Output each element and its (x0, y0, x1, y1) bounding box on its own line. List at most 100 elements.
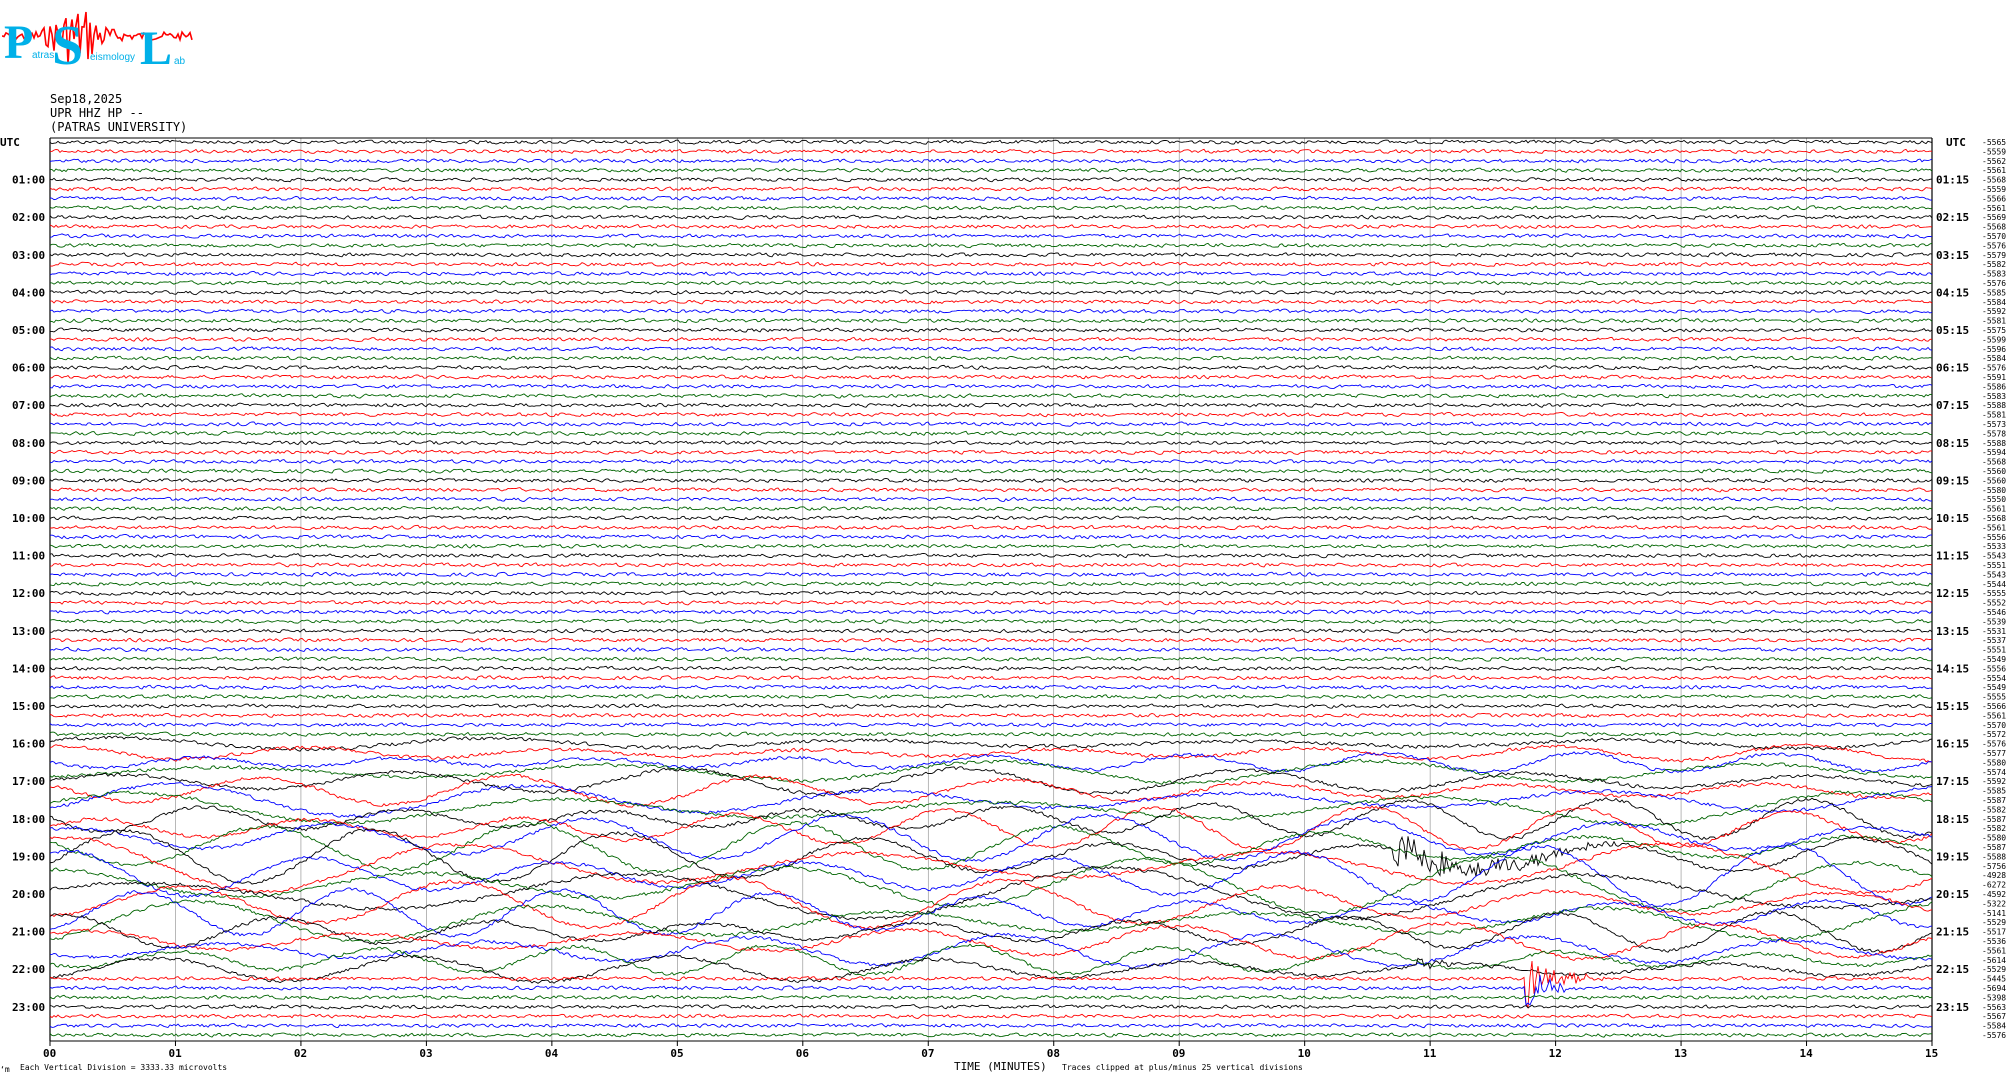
seismogram-trace (49, 1004, 1933, 1010)
seismogram-trace (49, 703, 1933, 709)
x-tick-label: 06 (796, 1047, 810, 1060)
row-offset-label: -5580 (1982, 486, 2006, 495)
row-offset-label: -5568 (1982, 514, 2006, 523)
right-hour-label: 01:15 (1936, 174, 1969, 187)
right-hour-label: 13:15 (1936, 625, 1969, 638)
row-offset-label: -5562 (1982, 157, 2006, 166)
seismogram-trace (49, 148, 1933, 155)
seismogram-trace (49, 790, 1933, 827)
x-tick-label: 10 (1298, 1047, 1311, 1060)
row-offset-label: -5585 (1982, 787, 2006, 796)
seismogram-trace (49, 299, 1933, 305)
x-tick-label: 07 (921, 1047, 934, 1060)
chart-grid: 00 01 02 03 04 05 06 07 08 09 10 11 12 13 14 15 (43, 137, 1938, 1060)
row-offset-label: -5563 (1982, 1003, 2006, 1012)
seismogram-trace (49, 176, 1933, 183)
row-offset-label: -5580 (1982, 834, 2006, 843)
seismogram-trace (49, 1032, 1932, 1038)
seismogram-trace (49, 289, 1933, 296)
row-offset-label: -5580 (1982, 758, 2006, 767)
seismogram-trace (49, 317, 1933, 324)
row-offset-label: -5549 (1982, 683, 2006, 692)
row-offset-label: -5584 (1982, 354, 2006, 363)
row-offset-label: -5566 (1982, 702, 2006, 711)
row-offset-label: -5559 (1982, 185, 2006, 194)
row-offset-label: -5588 (1982, 439, 2006, 448)
seismogram-trace (49, 364, 1933, 371)
row-offset-label: -5594 (1982, 448, 2006, 457)
row-offset-label: -5555 (1982, 589, 2006, 598)
seismogram-trace (49, 195, 1933, 202)
left-hour-label: 20:00 (12, 888, 45, 901)
left-hour-label: 09:00 (12, 474, 45, 487)
left-hour-label: 21:00 (12, 926, 45, 939)
left-hour-label: 23:00 (12, 1001, 45, 1014)
left-hour-label: 19:00 (12, 850, 45, 863)
row-offset-label: -4928 (1982, 871, 2006, 880)
seismogram-trace (49, 722, 1932, 728)
row-offset-label: -5574 (1982, 768, 2006, 777)
seismogram-trace (49, 458, 1933, 465)
x-tick-label: 15 (1925, 1047, 1938, 1060)
row-offset-label: -5587 (1982, 843, 2006, 852)
seismogram-trace (49, 599, 1933, 606)
seismogram-trace (49, 552, 1933, 559)
seismogram-trace (49, 506, 1933, 512)
seismogram-trace (49, 412, 1933, 418)
row-offset-label: -5537 (1982, 636, 2006, 645)
row-offset-label: -5568 (1982, 458, 2006, 467)
seismogram-trace (49, 346, 1933, 352)
seismogram-trace (49, 684, 1933, 690)
left-hour-label: 22:00 (12, 963, 45, 976)
row-offset-label: -5555 (1982, 693, 2006, 702)
left-hour-label: 15:00 (12, 700, 45, 713)
x-tick-label: 05 (670, 1047, 683, 1060)
left-hour-label: 18:00 (12, 813, 45, 826)
right-hour-label: 12:15 (1936, 587, 1969, 600)
seismogram-trace (49, 712, 1933, 719)
row-offset-label: -5591 (1982, 373, 2006, 382)
row-offset-label: -5588 (1982, 852, 2006, 861)
row-offset-label: -5576 (1982, 364, 2006, 373)
row-offset-label: -5583 (1982, 392, 2006, 401)
right-hour-label: 15:15 (1936, 700, 1969, 713)
row-offset-label: -5570 (1982, 721, 2006, 730)
row-offset-label: -5587 (1982, 796, 2006, 805)
seismogram-trace (49, 214, 1933, 220)
seismogram-trace (49, 844, 1933, 907)
left-unit-label: UTC (0, 136, 20, 149)
seismogram-trace (49, 233, 1933, 239)
left-hour-label: 04:00 (12, 286, 45, 299)
row-offset-label: -5577 (1982, 749, 2006, 758)
seismogram-trace (49, 813, 1933, 863)
row-offset-label: -5551 (1982, 646, 2006, 655)
row-offset-label: -5756 (1982, 862, 2006, 871)
row-offset-label: -6272 (1982, 881, 2006, 890)
clip-note: Traces clipped at plus/minus 25 vertical… (1062, 1063, 1303, 1072)
row-offset-label: -5576 (1982, 1031, 2006, 1040)
seismogram-trace (49, 590, 1933, 596)
row-offset-label: -5579 (1982, 251, 2006, 260)
row-offset-label: -5582 (1982, 260, 2006, 269)
seismogram-trace (49, 656, 1933, 662)
seismogram-trace (49, 355, 1933, 361)
x-tick-label: 08 (1047, 1047, 1060, 1060)
x-tick-label: 12 (1549, 1047, 1562, 1060)
seismogram-trace (49, 637, 1933, 643)
left-hour-label: 12:00 (12, 587, 45, 600)
seismogram-trace (49, 449, 1933, 455)
seismogram-trace (49, 665, 1933, 671)
row-offset-label: -5572 (1982, 730, 2006, 739)
right-hour-label: 19:15 (1936, 850, 1969, 863)
seismogram-trace (49, 646, 1933, 653)
seismogram-trace (49, 223, 1933, 230)
x-tick-label: 04 (545, 1047, 559, 1060)
row-offset-label: -5566 (1982, 194, 2006, 203)
seismogram-trace (49, 820, 1933, 874)
row-offset-label: -5561 (1982, 523, 2006, 532)
row-offset-label: -5531 (1982, 627, 2006, 636)
seismogram-trace (49, 910, 1933, 954)
left-hour-label: 13:00 (12, 625, 45, 638)
row-offset-label: -5561 (1982, 946, 2006, 955)
left-hour-label: 17:00 (12, 775, 45, 788)
